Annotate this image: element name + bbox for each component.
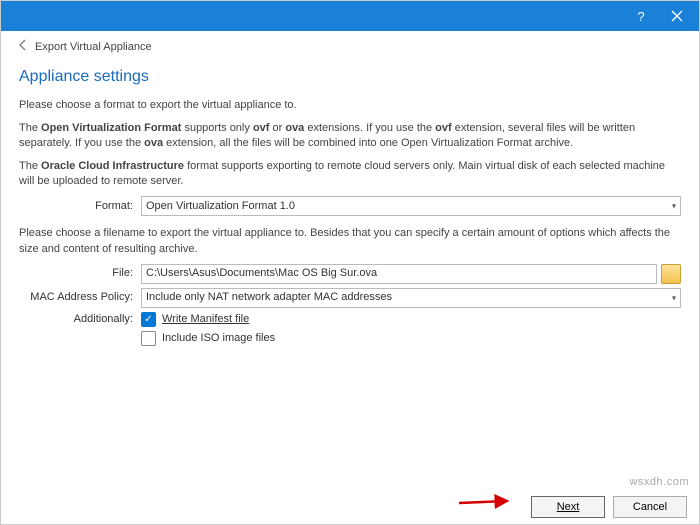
ovf-paragraph: The Open Virtualization Format supports …: [19, 121, 681, 152]
file-row: File: C:\Users\Asus\Documents\Mac OS Big…: [19, 264, 681, 284]
manifest-checkbox[interactable]: ✓: [141, 312, 156, 327]
file-browse-button[interactable]: [661, 264, 681, 284]
content-area: Appliance settings Please choose a forma…: [1, 54, 699, 346]
iso-checkbox[interactable]: [141, 331, 156, 346]
format-select[interactable]: Open Virtualization Format 1.0 ▾: [141, 196, 681, 216]
mac-select[interactable]: Include only NAT network adapter MAC add…: [141, 288, 681, 308]
additionally-row: Additionally: ✓ Write Manifest file Incl…: [19, 312, 681, 346]
help-icon: ?: [637, 9, 644, 24]
file-label: File:: [19, 266, 141, 281]
format-label: Format:: [19, 199, 141, 214]
help-button[interactable]: ?: [623, 2, 659, 30]
cancel-button[interactable]: Cancel: [613, 496, 687, 518]
footer: Next Cancel: [531, 496, 687, 518]
intro-text: Please choose a format to export the vir…: [19, 98, 681, 113]
oci-paragraph: The Oracle Cloud Infrastructure format s…: [19, 159, 681, 190]
arrow-annotation: [457, 491, 517, 514]
titlebar: ?: [1, 1, 699, 31]
chevron-down-icon: ▾: [672, 201, 676, 212]
mac-value: Include only NAT network adapter MAC add…: [146, 290, 392, 305]
format-row: Format: Open Virtualization Format 1.0 ▾: [19, 196, 681, 216]
iso-label: Include ISO image files: [162, 331, 275, 346]
next-button[interactable]: Next: [531, 496, 605, 518]
file-value: C:\Users\Asus\Documents\Mac OS Big Sur.o…: [146, 266, 377, 281]
close-button[interactable]: [659, 2, 695, 30]
format-value: Open Virtualization Format 1.0: [146, 199, 295, 214]
file-input[interactable]: C:\Users\Asus\Documents\Mac OS Big Sur.o…: [141, 264, 657, 284]
mac-row: MAC Address Policy: Include only NAT net…: [19, 288, 681, 308]
file-hint: Please choose a filename to export the v…: [19, 226, 681, 257]
additionally-label: Additionally:: [19, 312, 141, 327]
manifest-label: Write Manifest file: [162, 312, 249, 327]
breadcrumb-title: Export Virtual Appliance: [35, 41, 152, 53]
chevron-down-icon: ▾: [672, 293, 676, 304]
section-title: Appliance settings: [19, 66, 681, 88]
mac-label: MAC Address Policy:: [19, 290, 141, 305]
close-icon: [671, 10, 683, 22]
back-icon[interactable]: [17, 39, 29, 54]
breadcrumb: Export Virtual Appliance: [1, 31, 699, 54]
watermark: wsxdh.com: [629, 476, 689, 488]
